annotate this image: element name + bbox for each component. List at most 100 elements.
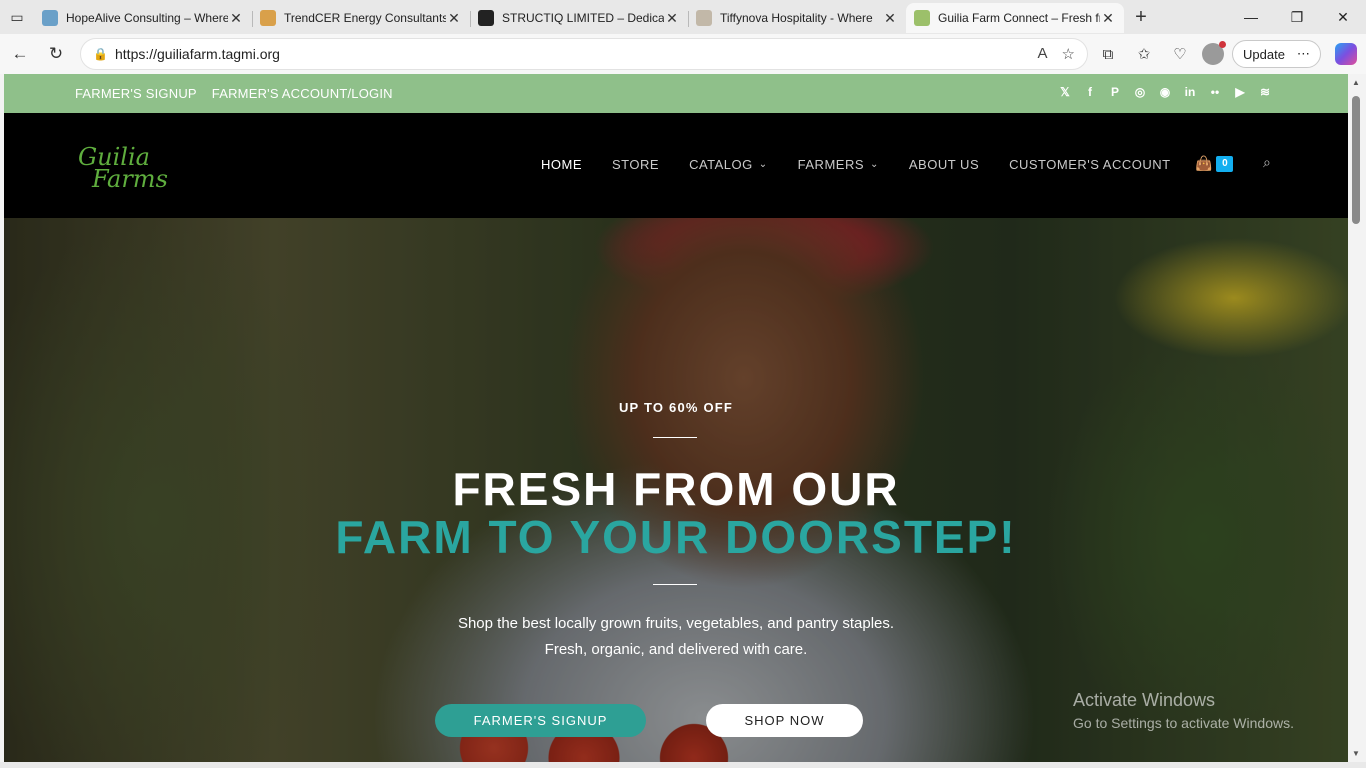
close-tab-icon[interactable]: ✕ [664,10,680,27]
tab-title: TrendCER Energy Consultants [284,11,446,25]
hero-subtext-line1: Shop the best locally grown fruits, vege… [457,615,895,632]
window-controls: — ❐ ✕ [1228,0,1366,34]
scroll-down-icon[interactable]: ▼ [1352,749,1360,758]
farmer-signup-button[interactable]: FARMER'S SIGNUP [435,704,646,737]
dribbble-icon[interactable]: ◎ [1133,85,1147,99]
more-options-icon[interactable]: ⋯ [1297,46,1310,62]
page-viewport: FARMER'S SIGNUP FARMER'S ACCOUNT/LOGIN 𝕏… [4,74,1348,762]
close-tab-icon[interactable]: ✕ [228,10,244,27]
chevron-down-icon: ⌄ [870,159,879,170]
farmer-signup-link[interactable]: FARMER'S SIGNUP [75,86,197,101]
social-links: 𝕏 f P ◎ ◉ in •• ▶ ≋ [1058,85,1272,99]
cart-count-badge: 0 [1216,155,1234,172]
hero-subtext-line2: Fresh, organic, and delivered with care. [544,641,808,658]
hero-headline-line2: FARM TO YOUR DOORSTEP! [335,511,1017,563]
tab-title: Tiffynova Hospitality - Where [720,11,873,25]
site-logo[interactable]: Guilia Farms [76,135,176,193]
nav-about[interactable]: ABOUT US [909,157,979,172]
update-button[interactable]: Update ⋯ [1232,40,1321,68]
url-field[interactable]: 🔒 https://guiliafarm.tagmi.org A ☆ [80,38,1088,70]
nav-label: CATALOG [689,157,753,172]
youtube-icon[interactable]: ▶ [1233,85,1247,99]
profile-avatar[interactable] [1202,41,1226,65]
close-tab-icon[interactable]: ✕ [1100,10,1116,27]
nav-store[interactable]: STORE [612,157,659,172]
favorites-icon[interactable]: ✩ [1130,38,1158,70]
flickr-icon[interactable]: •• [1208,85,1222,99]
tab-title: Guilia Farm Connect – Fresh fr [938,11,1100,25]
read-aloud-icon[interactable]: A [1038,45,1048,63]
vertical-scrollbar[interactable]: ▲ ▼ [1348,74,1366,762]
minimize-icon[interactable]: — [1228,0,1274,34]
farmer-login-link[interactable]: FARMER'S ACCOUNT/LOGIN [212,86,393,101]
nav-farmers[interactable]: FARMERS ⌄ [798,157,879,172]
instagram-icon[interactable]: ◉ [1158,85,1172,99]
new-tab-icon[interactable]: + [1124,6,1158,29]
close-window-icon[interactable]: ✕ [1320,0,1366,34]
x-icon[interactable]: 𝕏 [1058,85,1072,99]
refresh-icon[interactable]: ↻ [38,38,74,70]
shop-now-button[interactable]: SHOP NOW [706,704,863,737]
tab-actions-icon[interactable]: ▭ [0,0,34,34]
site-info-icon[interactable]: 🔒 [93,47,115,61]
nav-home[interactable]: HOME [541,157,582,172]
watermark-title: Activate Windows [1073,690,1216,710]
cart-button[interactable]: 👜 0 [1195,155,1234,172]
favorite-star-icon[interactable]: ☆ [1062,45,1075,63]
scroll-up-icon[interactable]: ▲ [1352,78,1360,87]
nav-catalog[interactable]: CATALOG ⌄ [689,157,768,172]
favicon [696,10,712,26]
divider [653,584,697,585]
tab[interactable]: TrendCER Energy Consultants ✕ [252,3,470,33]
logo-line2: Farms [92,165,168,193]
linkedin-icon[interactable]: in [1183,85,1197,99]
windows-activation-watermark: Activate Windows Go to Settings to activ… [1073,690,1294,731]
restore-icon[interactable]: ❐ [1274,0,1320,34]
favicon [478,10,494,26]
hero-headline-line1: FRESH FROM OUR [452,463,900,515]
tab[interactable]: STRUCTIQ LIMITED – Dedicate ✕ [470,3,688,33]
copilot-icon[interactable] [1334,43,1357,65]
search-icon[interactable]: ⌕ [1263,154,1271,171]
nav-label: ABOUT US [908,157,980,172]
nav-label: FARMERS [797,157,864,172]
browser-toolbar: ⧉ ✩ ♡ Update ⋯ [1094,38,1357,70]
shopping-bag-icon: 👜 [1195,155,1213,171]
tab-bar: ▭ HopeAlive Consulting – Where ✕ TrendCE… [0,0,1366,34]
tab-title: HopeAlive Consulting – Where [66,11,228,25]
hero-banner: UP TO 60% OFF FRESH FROM OUR FARM TO YOU… [4,218,1348,762]
favicon [914,10,930,26]
main-navigation: Guilia Farms HOME STORE CATALOG ⌄ FARMERS… [4,113,1348,218]
tab[interactable]: Tiffynova Hospitality - Where ✕ [688,3,906,33]
rss-icon[interactable]: ≋ [1258,85,1272,99]
hero-content: UP TO 60% OFF FRESH FROM OUR FARM TO YOU… [4,218,1348,762]
address-bar-row: ← ↻ 🔒 https://guiliafarm.tagmi.org A ☆ ⧉… [0,34,1366,74]
hero-kicker: UP TO 60% OFF [618,400,734,415]
nav-customer-account[interactable]: CUSTOMER'S ACCOUNT [1009,157,1170,172]
nav-label: CUSTOMER'S ACCOUNT [1009,157,1171,172]
extensions-icon[interactable]: ⧉ [1094,38,1122,70]
nav-label: HOME [541,157,582,172]
facebook-icon[interactable]: f [1083,85,1097,99]
tab-active[interactable]: Guilia Farm Connect – Fresh fr ✕ [906,3,1124,33]
url-actions: A ☆ [1038,45,1075,63]
back-icon[interactable]: ← [2,38,38,70]
nav-label: STORE [612,157,660,172]
pinterest-icon[interactable]: P [1108,85,1122,99]
browser-essentials-icon[interactable]: ♡ [1166,38,1194,70]
top-bar: FARMER'S SIGNUP FARMER'S ACCOUNT/LOGIN 𝕏… [4,74,1348,113]
favicon [260,10,276,26]
close-tab-icon[interactable]: ✕ [882,10,898,27]
tab[interactable]: HopeAlive Consulting – Where ✕ [34,3,252,33]
scroll-thumb[interactable] [1352,96,1360,224]
watermark-subtitle: Go to Settings to activate Windows. [1073,715,1294,731]
page-bottom-edge [0,762,1366,768]
divider [653,437,697,438]
tab-title: STRUCTIQ LIMITED – Dedicate [502,11,664,25]
favicon [42,10,58,26]
nav-menu: HOME STORE CATALOG ⌄ FARMERS ⌄ ABOUT US CU… [541,157,1171,172]
url-text[interactable]: https://guiliafarm.tagmi.org [115,46,1038,62]
chevron-down-icon: ⌄ [758,159,768,170]
close-tab-icon[interactable]: ✕ [446,10,462,27]
update-label: Update [1243,46,1285,62]
